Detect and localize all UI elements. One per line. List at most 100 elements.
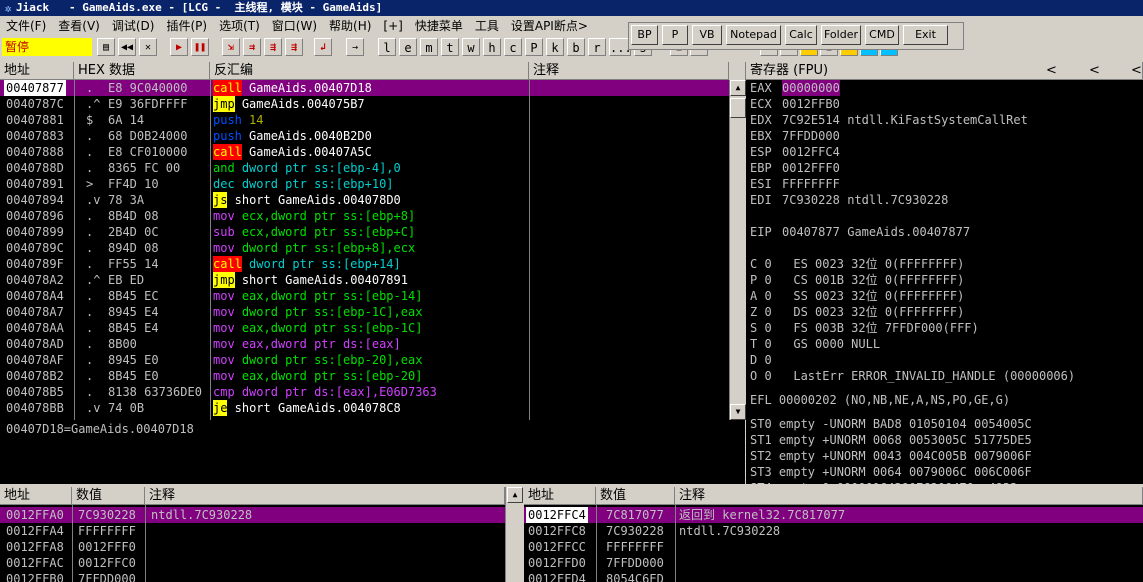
menu-item[interactable]: 查看(V) [52,16,106,36]
register-value[interactable]: 00000000 [782,80,840,96]
flag-row[interactable]: Z 0 DS 0023 32位 0(FFFFFFFF) [750,304,964,320]
dump-scrollbar[interactable]: ▲ [505,487,524,582]
col-header-disasm[interactable]: 反汇编 [210,62,529,80]
plugin-button-p[interactable]: P [662,25,688,45]
disasm-row[interactable]: 00407899. 2B4D 0C sub ecx,dword ptr ss:[eb… [0,224,729,240]
dump-row[interactable]: 0012FFB0 7FFDD000 [0,571,505,582]
register-value[interactable]: 7C930228 [782,192,840,208]
registers-more-icon[interactable]: < [1131,62,1142,80]
plugin-button-folder[interactable]: Folder [821,25,861,45]
dump-header-address[interactable]: 地址 [0,487,72,505]
flag-row[interactable]: D 0 [750,352,772,368]
dump-row[interactable]: 0012FFAC 0012FFC0 [0,555,505,571]
toolbar-letter-button[interactable]: w [462,38,480,56]
menu-item[interactable]: 选项(T) [213,16,266,36]
plugin-button-vb[interactable]: VB [692,25,722,45]
stack-row[interactable]: 0012FFD4 8054C6ED [524,571,1143,582]
toolbar-letter-button[interactable]: b [567,38,585,56]
menu-item[interactable]: 文件(F) [0,16,52,36]
stack-row[interactable]: 0012FFCC FFFFFFFF [524,539,1143,555]
disasm-row[interactable]: 00407881 $6A 14 push 14 [0,112,729,128]
col-header-hex[interactable]: HEX 数据 [74,62,210,80]
trace-into-icon[interactable]: ⇶ [264,38,282,56]
stack-header-value[interactable]: 数值 [596,487,675,505]
flag-row[interactable]: T 0 GS 0000 NULL [750,336,880,352]
disasm-row[interactable]: 004078A2 .^ EB ED jmp short GameAids.004078… [0,272,729,288]
disasm-row[interactable]: 00407877. E8 9C040000 call GameAids.00407D… [0,80,729,96]
disasm-row[interactable]: 00407894 .v 78 3A js short GameAids.004078D… [0,192,729,208]
register-value[interactable]: 7FFDD000 [782,128,840,144]
disasm-row[interactable]: 004078BB .v 74 0B je short GameAids.004078C… [0,400,729,416]
menu-item[interactable]: 设置API断点> [505,16,594,36]
toolbar-letter-button[interactable]: P [525,38,543,56]
disasm-row[interactable]: 00407883. 68 D0B24000 push GameAids.0040B2… [0,128,729,144]
dump-pane[interactable]: 0012FFA0 7C930228 ntdll.7C930228 0012FFA4 FF… [0,505,505,582]
toolbar-letter-button[interactable]: l [378,38,396,56]
registers-next-icon[interactable]: < [1089,62,1100,80]
flag-row[interactable]: P 0 CS 001B 32位 0(FFFFFFFF) [750,272,964,288]
pause-icon[interactable]: ❚❚ [191,38,209,56]
disassembly-pane[interactable]: 00407877. E8 9C040000 call GameAids.00407D… [0,80,729,420]
plugin-button-calc[interactable]: Calc [785,25,817,45]
fpu-row[interactable]: ST1 empty +UNORM 0068 0053005C 51775DE5 [750,432,1032,448]
fpu-row[interactable]: ST4 empty 0.0000016439076200470e-4933 [750,480,1017,484]
register-value[interactable]: 00407877 [782,224,840,240]
disasm-row[interactable]: 0040789F. FF55 14 call dword ptr ss:[ebp+1… [0,256,729,272]
disasm-row[interactable]: 004078B5. 8138 63736DE0 cmp dword ptr ds:[… [0,384,729,400]
flag-row[interactable]: S 0 FS 003B 32位 7FFDF000(FFF) [750,320,979,336]
fpu-row[interactable]: ST2 empty +UNORM 0043 004C005B 0079006F [750,448,1032,464]
flag-row[interactable]: C 0 ES 0023 32位 0(FFFFFFFF) [750,256,964,272]
plugin-button-exit[interactable]: Exit [903,25,948,45]
disasm-row[interactable]: 004078AF. 8945 E0 mov dword ptr ss:[ebp-20… [0,352,729,368]
close-icon[interactable]: ✕ [139,38,157,56]
step-into-icon[interactable]: ⇲ [222,38,240,56]
plugin-button-bp[interactable]: BP [631,25,658,45]
flag-row[interactable]: O 0 LastErr ERROR_INVALID_HANDLE (000000… [750,368,1075,384]
disasm-row[interactable]: 0040789C. 894D 08 mov dword ptr ss:[ebp+8]… [0,240,729,256]
disasm-row[interactable]: 004078AA. 8B45 E4 mov eax,dword ptr ss:[eb… [0,320,729,336]
registers-pane[interactable]: EAX 00000000 ECX 0012FFB0 EDX 7C92E514 ntdll.… [746,80,1143,484]
register-value[interactable]: 0012FFB0 [782,96,840,112]
col-header-comment[interactable]: 注释 [529,62,729,80]
stack-pane[interactable]: 0012FFC4 7C817077 返回到 kernel32.7C817077 001… [524,505,1143,582]
restart-icon[interactable]: ◀◀ [118,38,136,56]
toolbar-letter-button[interactable]: c [504,38,522,56]
registers-prev-icon[interactable]: < [1046,62,1057,80]
disasm-row[interactable]: 00407891 > FF4D 10 dec dword ptr ss:[ebp+10… [0,176,729,192]
toolbar-letter-button[interactable]: r [588,38,606,56]
dump-row[interactable]: 0012FFA0 7C930228 ntdll.7C930228 [0,507,505,523]
menu-item[interactable]: 调试(D) [106,16,161,36]
scroll-thumb[interactable] [730,98,746,118]
fpu-row[interactable]: ST0 empty -UNORM BAD8 01050104 0054005C [750,416,1032,432]
disasm-row[interactable]: 004078B2. 8B45 E0 mov eax,dword ptr ss:[eb… [0,368,729,384]
col-header-address[interactable]: 地址 [0,62,74,80]
trace-over-icon[interactable]: ⇶ [285,38,303,56]
goto-icon[interactable]: → [346,38,364,56]
menu-item[interactable]: 工具 [469,16,505,36]
scroll-down-icon[interactable]: ▼ [730,404,746,420]
register-value[interactable]: FFFFFFFF [782,176,840,192]
disasm-row[interactable]: 00407896. 8B4D 08 mov ecx,dword ptr ss:[eb… [0,208,729,224]
menu-item[interactable]: [+] [377,16,408,36]
run-icon[interactable]: ▶ [170,38,188,56]
menu-item[interactable]: 快捷菜单 [409,16,469,36]
dump-header-comment[interactable]: 注释 [145,487,505,505]
plugin-button-notepad[interactable]: Notepad [726,25,781,45]
disasm-scrollbar[interactable]: ▲ ▼ [729,80,746,420]
register-value[interactable]: 0012FFC4 [782,144,840,160]
dump-row[interactable]: 0012FFA8 0012FFF0 [0,539,505,555]
register-value[interactable]: 7C92E514 [782,112,840,128]
flag-row[interactable]: A 0 SS 0023 32位 0(FFFFFFFF) [750,288,964,304]
toolbar-letter-button[interactable]: m [420,38,438,56]
menu-item[interactable]: 插件(P) [160,16,213,36]
menu-item[interactable]: 窗口(W) [266,16,323,36]
step-over-icon[interactable]: ⇉ [243,38,261,56]
stack-row[interactable]: 0012FFD0 7FFDD000 [524,555,1143,571]
disasm-row[interactable]: 00407888. E8 CF010000 call GameAids.00407A… [0,144,729,160]
stack-row[interactable]: 0012FFC8 7C930228 ntdll.7C930228 [524,523,1143,539]
dump-row[interactable]: 0012FFA4 FFFFFFFF [0,523,505,539]
stack-header-address[interactable]: 地址 [524,487,596,505]
disasm-row[interactable]: 004078AD. 8B00 mov eax,dword ptr ds:[eax] [0,336,729,352]
dump-scroll-up-icon[interactable]: ▲ [507,487,523,503]
toolbar-letter-button[interactable]: h [483,38,501,56]
